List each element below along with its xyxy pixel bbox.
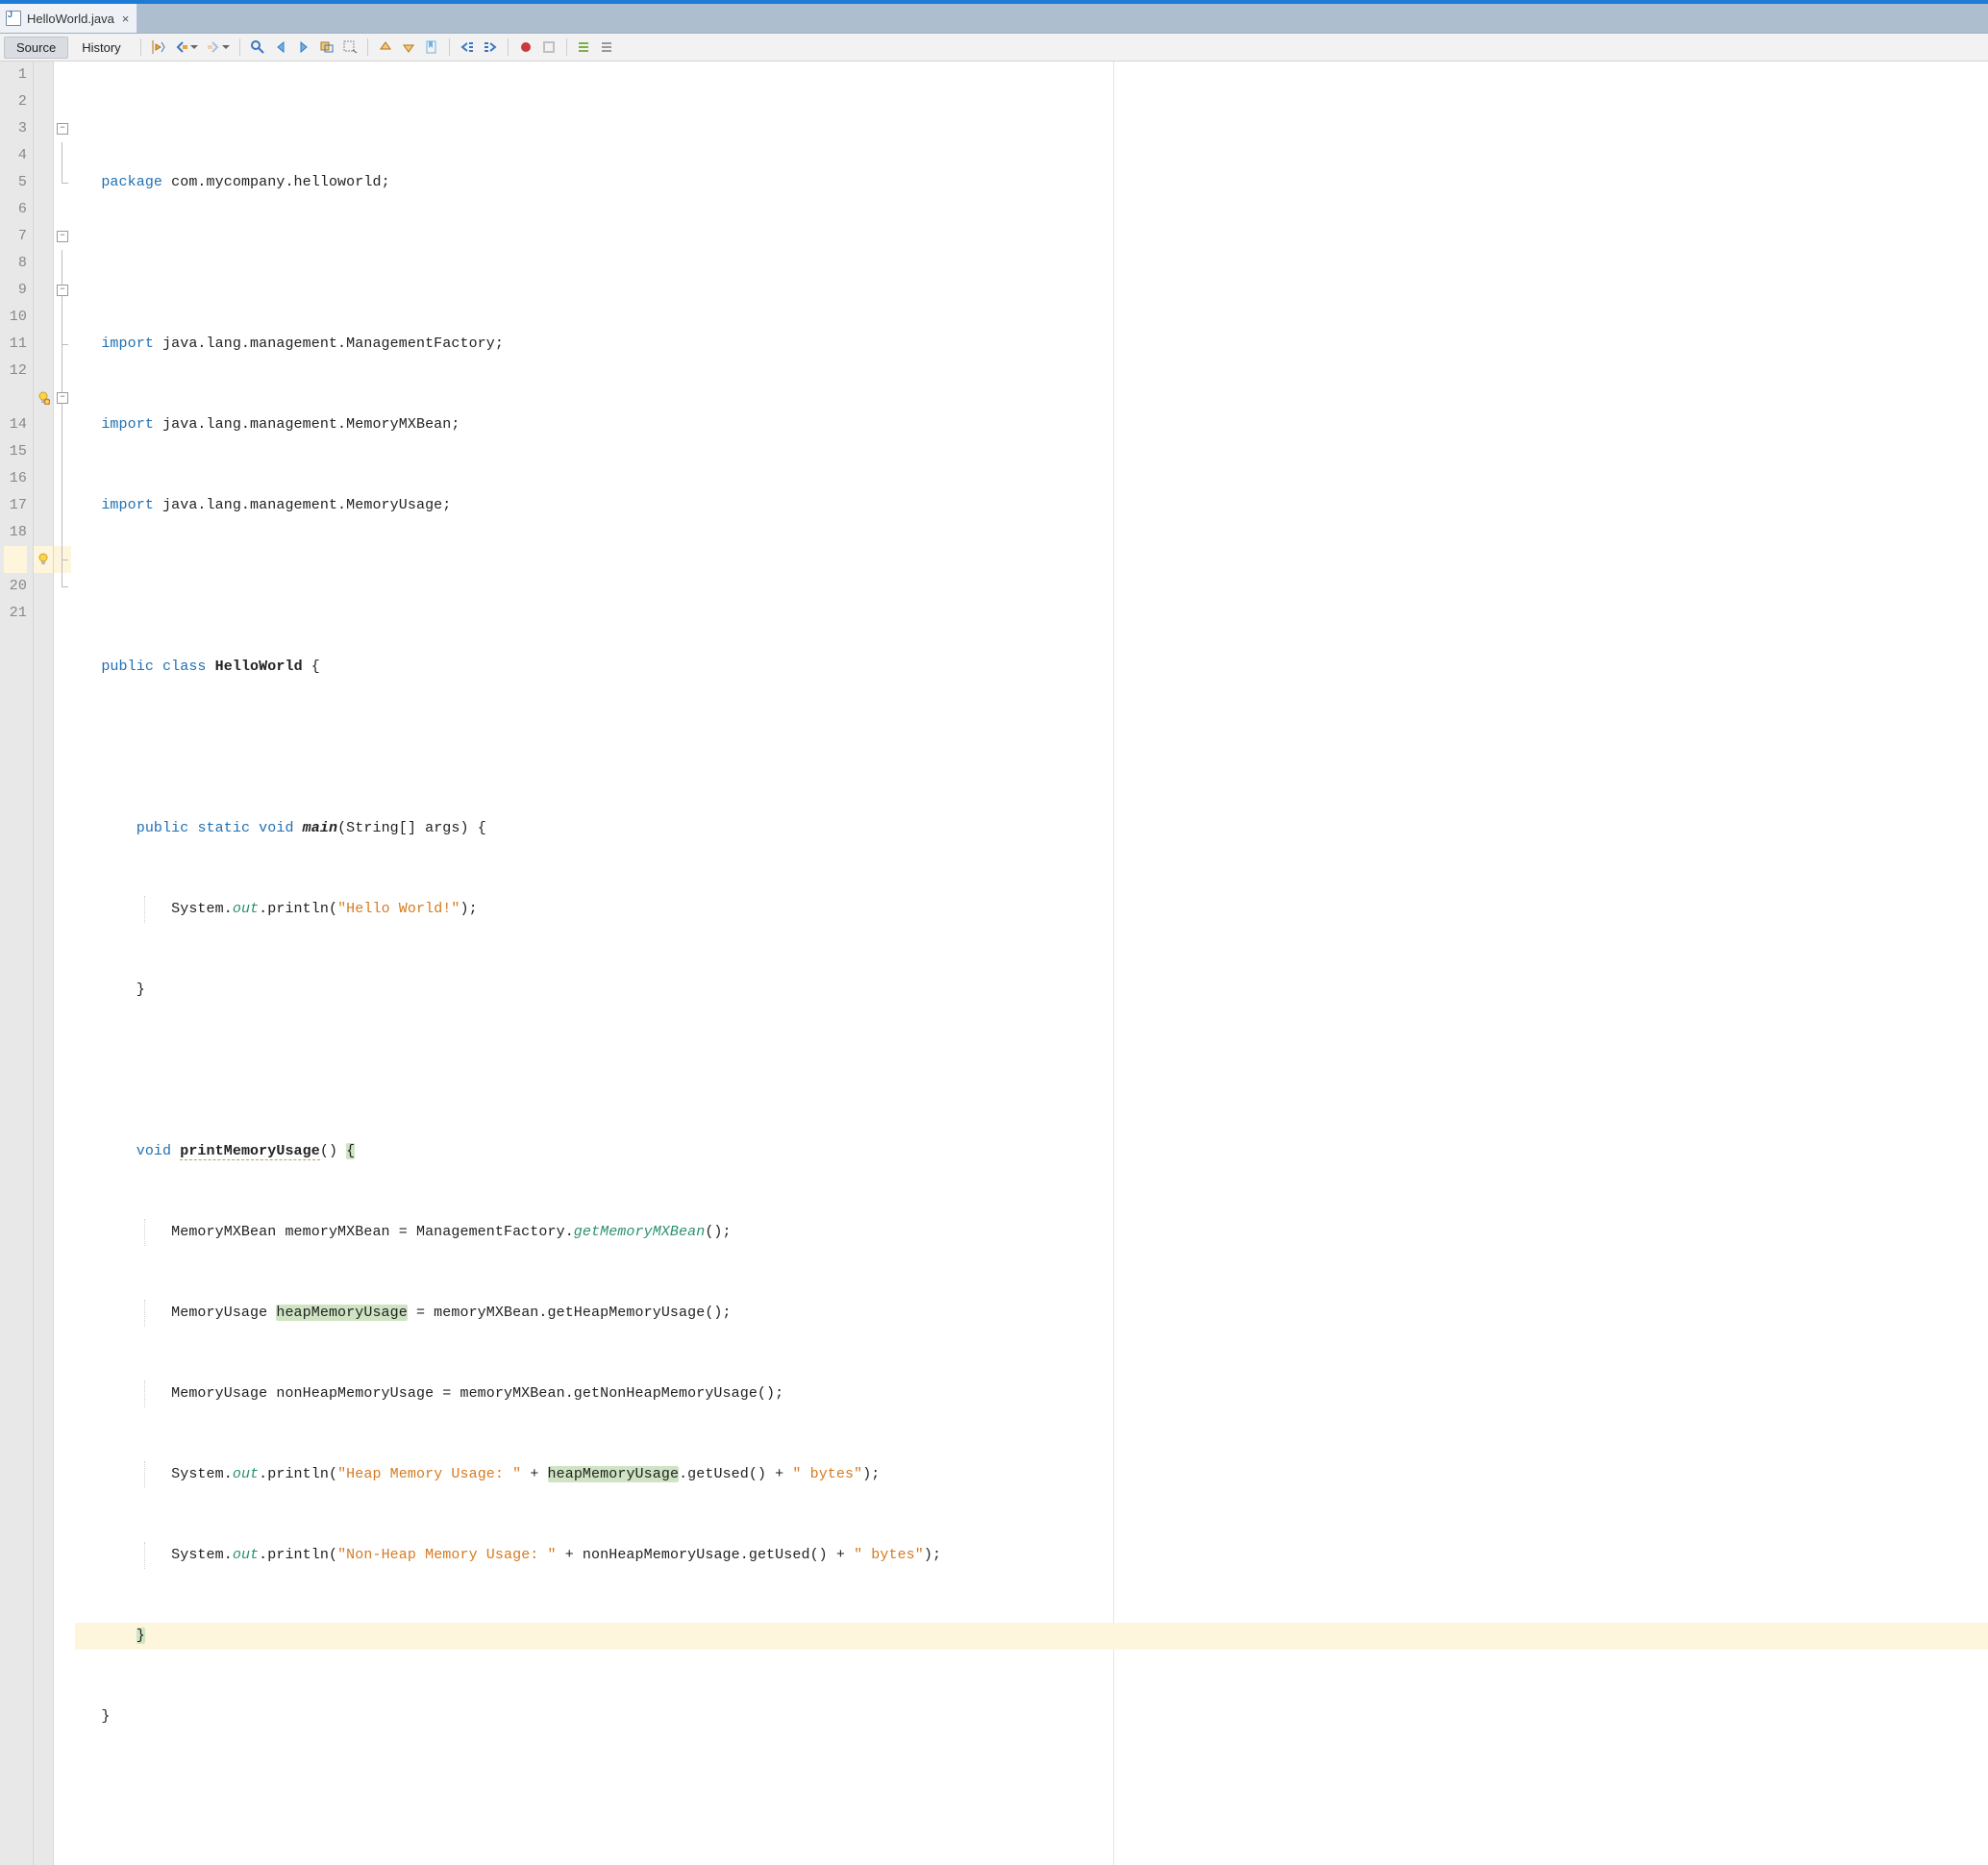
- line-number: 21: [4, 600, 27, 627]
- line-number: 2: [4, 88, 27, 115]
- close-icon[interactable]: ×: [122, 12, 130, 26]
- hint-bulb-icon[interactable]: [37, 391, 50, 405]
- next-bookmark-button[interactable]: [398, 37, 419, 58]
- line-number: [4, 546, 27, 573]
- line-number: 9: [4, 277, 27, 304]
- uncomment-button[interactable]: [597, 37, 618, 58]
- file-tab[interactable]: HelloWorld.java ×: [0, 4, 137, 33]
- line-number: 5: [4, 169, 27, 196]
- toggle-bookmark-button[interactable]: [421, 37, 442, 58]
- line-number: 16: [4, 465, 27, 492]
- mode-source[interactable]: Source: [4, 37, 68, 59]
- line-number: 6: [4, 196, 27, 223]
- java-file-icon: [6, 11, 21, 26]
- start-macro-recording-button[interactable]: [515, 37, 536, 58]
- line-number: 12: [4, 358, 27, 385]
- toggle-highlight-button[interactable]: [316, 37, 337, 58]
- line-number: 18: [4, 519, 27, 546]
- separator: [508, 38, 509, 56]
- line-number: 17: [4, 492, 27, 519]
- code-area[interactable]: package com.mycompany.helloworld; import…: [71, 62, 1988, 1865]
- line-number: 1: [4, 62, 27, 88]
- shift-right-button[interactable]: [480, 37, 501, 58]
- line-number: 4: [4, 142, 27, 169]
- previous-bookmark-button[interactable]: [375, 37, 396, 58]
- marker-gutter: [34, 62, 54, 1865]
- hint-bulb-icon[interactable]: [37, 553, 50, 566]
- fold-gutter: − − − −: [54, 62, 71, 1865]
- line-number: 15: [4, 438, 27, 465]
- separator: [566, 38, 567, 56]
- find-previous-button[interactable]: [270, 37, 291, 58]
- fold-toggle[interactable]: −: [57, 231, 68, 242]
- forward-button[interactable]: [203, 37, 224, 58]
- back-button[interactable]: [171, 37, 192, 58]
- fold-toggle[interactable]: −: [57, 123, 68, 135]
- comment-button[interactable]: [574, 37, 595, 58]
- stop-macro-recording-button[interactable]: [538, 37, 559, 58]
- fold-toggle[interactable]: −: [57, 285, 68, 296]
- separator: [449, 38, 450, 56]
- line-number: 3: [4, 115, 27, 142]
- find-next-button[interactable]: [293, 37, 314, 58]
- tab-filename: HelloWorld.java: [27, 12, 114, 26]
- toggle-rectangular-selection-button[interactable]: [339, 37, 360, 58]
- separator: [367, 38, 368, 56]
- editor-toolbar: Source History: [0, 34, 1988, 62]
- line-number: 20: [4, 573, 27, 600]
- line-number: 11: [4, 331, 27, 358]
- code-editor[interactable]: 1 2 3 4 5 6 7 8 9 10 11 12 14 15 16 17 1…: [0, 62, 1988, 1865]
- line-number: 8: [4, 250, 27, 277]
- line-number: [4, 385, 27, 411]
- fold-toggle[interactable]: −: [57, 392, 68, 404]
- line-number-gutter: 1 2 3 4 5 6 7 8 9 10 11 12 14 15 16 17 1…: [0, 62, 34, 1865]
- find-selection-button[interactable]: [247, 37, 268, 58]
- shift-left-button[interactable]: [457, 37, 478, 58]
- mode-history[interactable]: History: [70, 37, 132, 58]
- line-number: 7: [4, 223, 27, 250]
- separator: [140, 38, 141, 56]
- tab-bar: HelloWorld.java ×: [0, 0, 1988, 34]
- last-edit-button[interactable]: [148, 37, 169, 58]
- line-number: 14: [4, 411, 27, 438]
- separator: [239, 38, 240, 56]
- line-number: 10: [4, 304, 27, 331]
